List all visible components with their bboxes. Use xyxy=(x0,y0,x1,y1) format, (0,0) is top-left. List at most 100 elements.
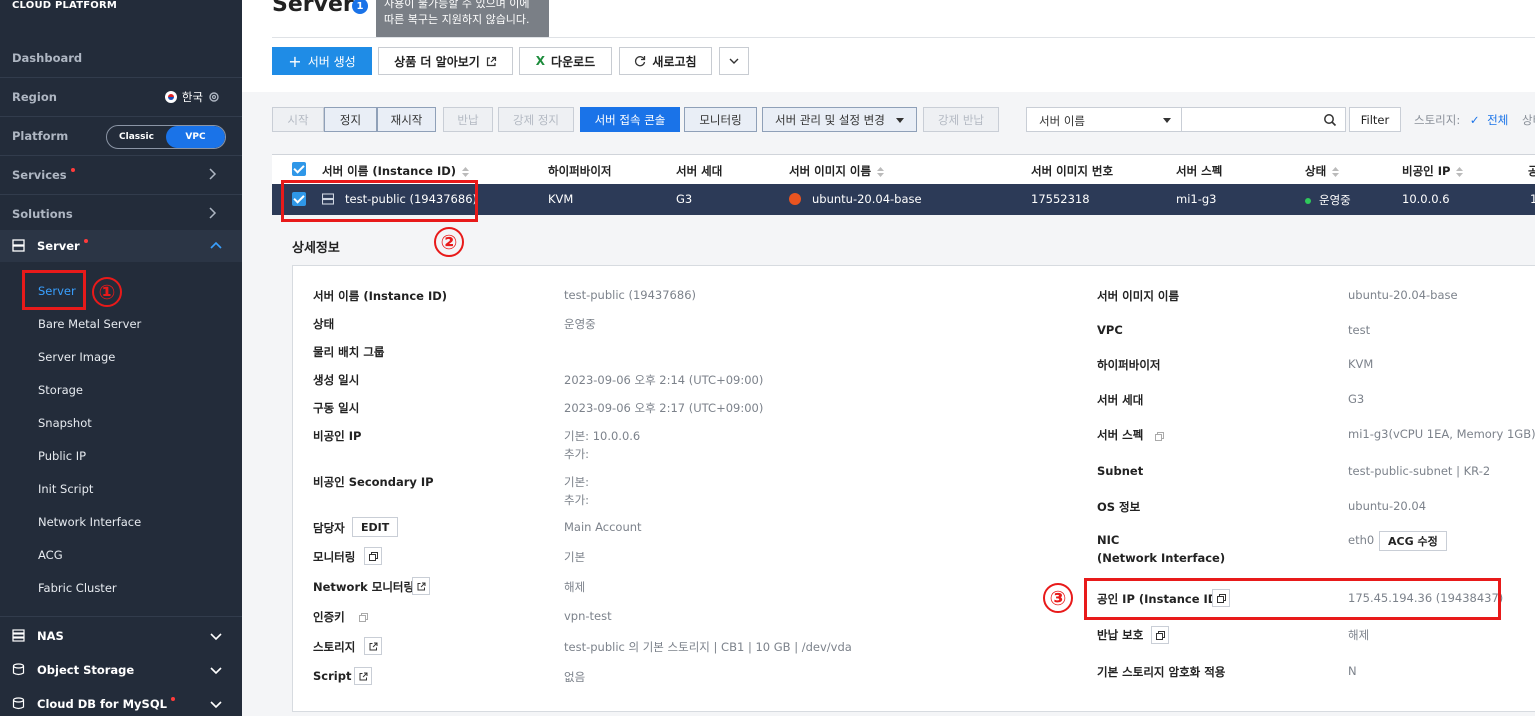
detail-value-secondary-ip-extra: 추가: xyxy=(564,493,590,507)
sidebar-item-public-ip[interactable]: Public IP xyxy=(38,449,86,463)
detail-label-return-protection: 반납 보호 xyxy=(1097,628,1144,642)
annotation-number-2: ② xyxy=(434,227,464,257)
storage-filter[interactable]: 스토리지: ✓ 전체 상타 xyxy=(1414,112,1535,128)
nav-nas[interactable]: NAS xyxy=(0,619,242,653)
new-badge-dot xyxy=(170,697,175,701)
detail-value-hypervisor: KVM xyxy=(1348,357,1374,371)
row-image-name: ubuntu-20.04-base xyxy=(812,192,922,206)
gear-icon xyxy=(209,92,219,102)
external-link-icon[interactable] xyxy=(412,577,430,595)
nav-solutions-label: Solutions xyxy=(12,207,73,221)
external-link-icon[interactable] xyxy=(364,637,382,655)
row-private-ip: 10.0.0.6 xyxy=(1402,192,1450,206)
stop-button[interactable]: 정지 xyxy=(324,107,377,132)
refresh-button[interactable]: 새로고침 xyxy=(619,47,712,75)
acg-edit-button[interactable]: ACG 수정 xyxy=(1379,531,1447,551)
page-title: Server xyxy=(272,0,354,17)
detail-label-started: 구동 일시 xyxy=(313,401,360,415)
start-button[interactable]: 시작 xyxy=(272,107,324,132)
col-private-ip[interactable]: 비공인 IP xyxy=(1402,164,1450,178)
learn-more-button[interactable]: 상품 더 알아보기 xyxy=(378,47,513,75)
refresh-icon xyxy=(635,56,646,67)
sidebar-item-network-interface[interactable]: Network Interface xyxy=(38,515,141,529)
restart-button[interactable]: 재시작 xyxy=(377,107,436,132)
filter-button[interactable]: Filter xyxy=(1349,107,1401,132)
highlight-box-3 xyxy=(1084,578,1501,620)
sort-icon[interactable] xyxy=(1456,166,1464,177)
storage-filter-value: 전체 xyxy=(1487,113,1509,127)
sidebar: CLOUD PLATFORM Dashboard Region 한국 Platf… xyxy=(0,0,242,716)
create-server-button[interactable]: + 서버 생성 xyxy=(272,47,372,75)
copy-icon[interactable] xyxy=(364,547,382,565)
nav-cloud-db-label: Cloud DB for MySQL xyxy=(37,697,167,711)
col-image-name[interactable]: 서버 이미지 이름 xyxy=(789,164,871,178)
detail-value-return-protection: 해제 xyxy=(1348,628,1370,642)
detail-label-network-monitoring: Network 모니터링 xyxy=(313,580,415,594)
nav-server-label: Server xyxy=(37,239,80,253)
detail-value-nic: eth0 xyxy=(1348,533,1375,547)
detail-label-image-name: 서버 이미지 이름 xyxy=(1097,289,1180,303)
col-status[interactable]: 상태 xyxy=(1305,164,1326,178)
external-link-icon[interactable] xyxy=(354,667,372,685)
nav-object-storage[interactable]: Object Storage xyxy=(0,653,242,687)
create-server-label: 서버 생성 xyxy=(307,54,356,69)
detail-value-private-ip-extra: 추가: xyxy=(564,447,590,461)
sidebar-item-acg[interactable]: ACG xyxy=(38,548,63,562)
nav-platform: Platform Classic VPC xyxy=(0,117,242,156)
korea-flag-icon xyxy=(164,91,177,103)
sidebar-item-init-script[interactable]: Init Script xyxy=(38,482,93,496)
sort-icon[interactable] xyxy=(462,166,470,177)
learn-more-label: 상품 더 알아보기 xyxy=(394,54,480,69)
sidebar-item-storage[interactable]: Storage xyxy=(38,383,83,397)
more-dropdown-button[interactable] xyxy=(719,47,749,75)
detail-value-started: 2023-09-06 오후 2:17 (UTC+09:00) xyxy=(564,401,764,415)
sidebar-item-server-image[interactable]: Server Image xyxy=(38,350,115,364)
search-input[interactable] xyxy=(1182,107,1346,132)
annotation-number-1: ① xyxy=(92,277,122,307)
select-all-checkbox[interactable] xyxy=(292,162,306,176)
search-icon[interactable] xyxy=(1323,113,1337,127)
sidebar-item-fabric-cluster[interactable]: Fabric Cluster xyxy=(38,581,117,595)
copy-icon[interactable] xyxy=(1150,427,1168,445)
detail-value-network-monitoring: 해제 xyxy=(564,580,586,594)
return-button[interactable]: 반납 xyxy=(443,107,493,132)
manage-settings-dropdown[interactable]: 서버 관리 및 설정 변경 xyxy=(762,107,917,132)
caret-down-icon xyxy=(1163,118,1171,123)
nav-services[interactable]: Services xyxy=(0,156,242,195)
download-button[interactable]: X 다운로드 xyxy=(519,47,612,75)
caret-down-icon xyxy=(896,118,904,123)
copy-icon[interactable] xyxy=(354,608,372,626)
platform-label: Platform xyxy=(12,129,69,143)
sidebar-item-bare-metal-server[interactable]: Bare Metal Server xyxy=(38,317,141,331)
platform-classic-option[interactable]: Classic xyxy=(107,126,166,148)
detail-value-script: 없음 xyxy=(564,670,586,684)
new-badge-dot xyxy=(70,168,75,172)
sort-icon[interactable] xyxy=(877,166,885,177)
nav-server-group[interactable]: Server xyxy=(0,230,242,262)
tooltip: 사용이 불가능할 수 있으며 이에 따른 복구는 지원하지 않습니다. xyxy=(376,0,549,38)
plus-icon: + xyxy=(288,51,302,71)
platform-toggle[interactable]: Classic VPC xyxy=(106,125,226,149)
sidebar-item-snapshot[interactable]: Snapshot xyxy=(38,416,92,430)
monitoring-button[interactable]: 모니터링 xyxy=(684,107,757,132)
col-name[interactable]: 서버 이름 (Instance ID) xyxy=(322,164,456,178)
detail-value-image-name: ubuntu-20.04-base xyxy=(1348,288,1458,302)
detail-label-vpc: VPC xyxy=(1097,323,1123,337)
row-status: 운영중 xyxy=(1319,193,1351,207)
detail-label-script: Script xyxy=(313,669,352,683)
region-selector[interactable]: 한국 xyxy=(164,89,220,105)
chevron-down-icon xyxy=(210,667,222,675)
server-console-button[interactable]: 서버 접속 콘솔 xyxy=(580,107,680,132)
platform-vpc-option[interactable]: VPC xyxy=(166,126,225,148)
highlight-box-1 xyxy=(22,270,86,310)
region-value: 한국 xyxy=(181,90,203,104)
sort-icon[interactable] xyxy=(1332,166,1340,177)
nav-solutions[interactable]: Solutions xyxy=(0,195,242,234)
edit-owner-button[interactable]: EDIT xyxy=(352,517,399,537)
search-field-select[interactable]: 서버 이름 xyxy=(1026,107,1182,132)
nav-dashboard[interactable]: Dashboard xyxy=(0,39,242,78)
copy-icon[interactable] xyxy=(1151,626,1169,644)
excel-icon: X xyxy=(535,54,546,68)
force-stop-button[interactable]: 강제 정지 xyxy=(498,107,574,132)
force-return-button[interactable]: 강제 반납 xyxy=(923,107,999,132)
